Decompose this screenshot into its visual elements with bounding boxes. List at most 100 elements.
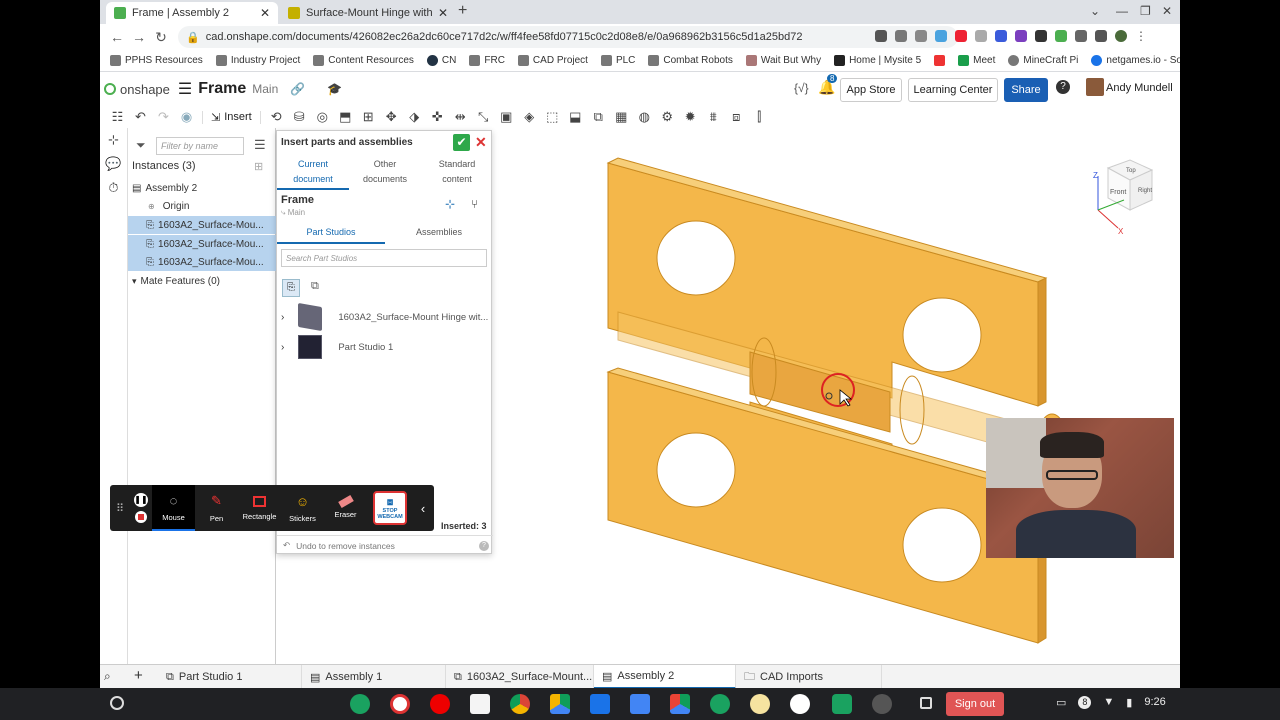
- add-tab-icon[interactable]: +: [134, 667, 143, 684]
- section-view-icon[interactable]: ⬓: [564, 109, 587, 125]
- revolute-mate-icon[interactable]: ◎: [311, 109, 334, 125]
- screw-relation-icon[interactable]: ⧈: [725, 109, 748, 125]
- overview-icon[interactable]: [920, 697, 932, 709]
- bookmark[interactable]: Combat Robots: [648, 55, 733, 66]
- cylindrical-mate-icon[interactable]: ⊞: [357, 109, 380, 125]
- bookmark[interactable]: [934, 55, 946, 66]
- docs-icon[interactable]: [630, 694, 650, 714]
- tree-item-assembly[interactable]: ▤ Assembly 2: [128, 179, 276, 197]
- part-filter-icon[interactable]: ⎘: [282, 279, 300, 297]
- mate-connector-icon[interactable]: ⤡: [472, 109, 495, 125]
- tab-hinge-part-studio[interactable]: ⧉ 1603A2_Surface-Mount...: [446, 665, 594, 688]
- version-graph-icon[interactable]: ⑂: [471, 197, 478, 211]
- tab-assembly-1[interactable]: ▤ Assembly 1: [302, 665, 446, 688]
- forward-icon[interactable]: →: [128, 29, 150, 45]
- tab-frame-assembly[interactable]: Frame | Assembly 2 ✕: [106, 2, 278, 24]
- youtube-icon[interactable]: [430, 694, 450, 714]
- drag-handle-icon[interactable]: ⠿: [110, 502, 130, 515]
- gear-icon[interactable]: ⚙: [656, 109, 679, 125]
- insert-glyph-icon[interactable]: ◉: [175, 109, 198, 125]
- url-field[interactable]: 🔒 cad.onshape.com/documents/426082ec26a2…: [178, 26, 958, 48]
- learning-center-button[interactable]: Learning Center: [908, 78, 998, 102]
- view-cube[interactable]: Top Front Right Z X: [1068, 148, 1168, 258]
- app-icon[interactable]: [790, 694, 810, 714]
- help-icon[interactable]: ?: [1056, 80, 1070, 94]
- chrome-icon[interactable]: [510, 694, 530, 714]
- replicate-icon[interactable]: ⟲: [265, 109, 288, 125]
- tab-other-documents[interactable]: Other documents: [349, 157, 421, 187]
- add-folder-icon[interactable]: ⊞: [254, 160, 263, 173]
- bookmark[interactable]: CAD Project: [517, 55, 588, 66]
- redo-icon[interactable]: ↷: [152, 109, 175, 125]
- sidepanel-icon[interactable]: [1095, 30, 1107, 42]
- extension-icon[interactable]: [1015, 30, 1027, 42]
- share-button[interactable]: Share: [1004, 78, 1048, 102]
- parallel-mate-icon[interactable]: ✜: [426, 109, 449, 125]
- tab-assembly-2[interactable]: ▤ Assembly 2: [594, 665, 736, 688]
- gmail-icon[interactable]: [390, 694, 410, 714]
- add-branch-icon[interactable]: ⊹: [445, 197, 455, 211]
- extension-icon[interactable]: [955, 30, 967, 42]
- measure-icon[interactable]: ⧉: [587, 109, 610, 125]
- graphics-viewport[interactable]: Top Front Right Z X ⬢▾ ▤ ⬡ ⧉: [492, 128, 1180, 664]
- stop-webcam-button[interactable]: ⧈ STOP WEBCAM: [373, 491, 407, 525]
- eraser-tool-button[interactable]: Eraser: [324, 485, 367, 531]
- close-icon[interactable]: ✕: [260, 6, 270, 20]
- tree-item-origin[interactable]: ⊕ Origin: [128, 197, 276, 215]
- bookmark[interactable]: CN: [426, 55, 456, 66]
- tab-hinge[interactable]: Surface-Mount Hinge with Holes ✕: [280, 2, 456, 24]
- filter-input[interactable]: Filter by name: [156, 137, 244, 155]
- search-part-studios-input[interactable]: Search Part Studios: [281, 249, 487, 267]
- stickers-tool-button[interactable]: ☺ Stickers: [281, 485, 324, 531]
- interference-icon[interactable]: ▦: [610, 109, 633, 125]
- bookmark[interactable]: FRC: [469, 55, 505, 66]
- profile-avatar[interactable]: [1115, 30, 1127, 42]
- comment-icon[interactable]: 💬: [100, 156, 127, 180]
- dialog-close-icon[interactable]: ✕: [475, 134, 487, 151]
- tab-current-document[interactable]: Current document: [277, 157, 349, 190]
- hangouts-icon[interactable]: [350, 694, 370, 714]
- user-avatar[interactable]: [1086, 78, 1104, 96]
- play-store-icon[interactable]: [670, 694, 690, 714]
- explode-icon[interactable]: ⬚: [541, 109, 564, 125]
- branch-label[interactable]: Main: [252, 82, 278, 96]
- document-title[interactable]: Frame: [198, 80, 246, 98]
- share-icon[interactable]: [895, 30, 907, 42]
- sign-out-button[interactable]: Sign out: [946, 692, 1004, 716]
- stop-record-icon[interactable]: [135, 511, 147, 523]
- feature-list-icon[interactable]: ☷: [106, 109, 129, 125]
- menu-icon[interactable]: ⋮: [1135, 30, 1147, 42]
- tree-item-instance[interactable]: ⎘ 1603A2_Surface-Mou...: [128, 235, 276, 253]
- bookmark[interactable]: MineCraft Pi: [1008, 55, 1078, 66]
- list-view-icon[interactable]: ☰: [254, 137, 266, 153]
- bookmark[interactable]: netgames.io - Socia...: [1091, 55, 1180, 66]
- filter-icon[interactable]: ⏷: [136, 138, 146, 153]
- animate-icon[interactable]: ◍: [633, 109, 656, 125]
- extension-icon[interactable]: [1055, 30, 1067, 42]
- undo-icon[interactable]: ↶: [129, 109, 152, 125]
- tree-item-mate-features[interactable]: ▾ Mate Features (0): [128, 272, 276, 290]
- system-tray[interactable]: ▭ 8 ▼ ▮ 9:26: [1056, 696, 1166, 709]
- tab-cad-imports[interactable]: 🗀 CAD Imports: [736, 665, 882, 688]
- slider-mate-icon[interactable]: ⬒: [334, 109, 357, 125]
- star-icon[interactable]: [915, 30, 927, 42]
- bookmark[interactable]: Wait But Why: [745, 55, 821, 66]
- pen-tool-button[interactable]: ✎ Pen: [195, 485, 238, 531]
- app-store-button[interactable]: App Store: [840, 78, 902, 102]
- insert-button[interactable]: ⇲ Insert: [202, 110, 261, 124]
- close-icon[interactable]: ✕: [438, 6, 448, 20]
- extension-icon[interactable]: [975, 30, 987, 42]
- chevron-down-icon[interactable]: ⌄: [1090, 4, 1100, 18]
- chevron-right-icon[interactable]: ›: [281, 342, 284, 353]
- bookmark[interactable]: Home | Mysite 5: [834, 55, 921, 66]
- collapse-chevron-icon[interactable]: ‹: [413, 501, 433, 516]
- tab-manager-icon[interactable]: ⌕: [104, 669, 111, 684]
- list-item[interactable]: › Part Studio 1: [277, 333, 493, 361]
- pin-slot-mate-icon[interactable]: ✥: [380, 109, 403, 125]
- reload-icon[interactable]: ↻: [150, 29, 172, 46]
- app-icon[interactable]: [470, 694, 490, 714]
- history-icon[interactable]: ⏱: [100, 180, 127, 204]
- app-icon[interactable]: [710, 694, 730, 714]
- puzzle-icon[interactable]: [1075, 30, 1087, 42]
- gear-relation-icon[interactable]: ✹: [679, 109, 702, 125]
